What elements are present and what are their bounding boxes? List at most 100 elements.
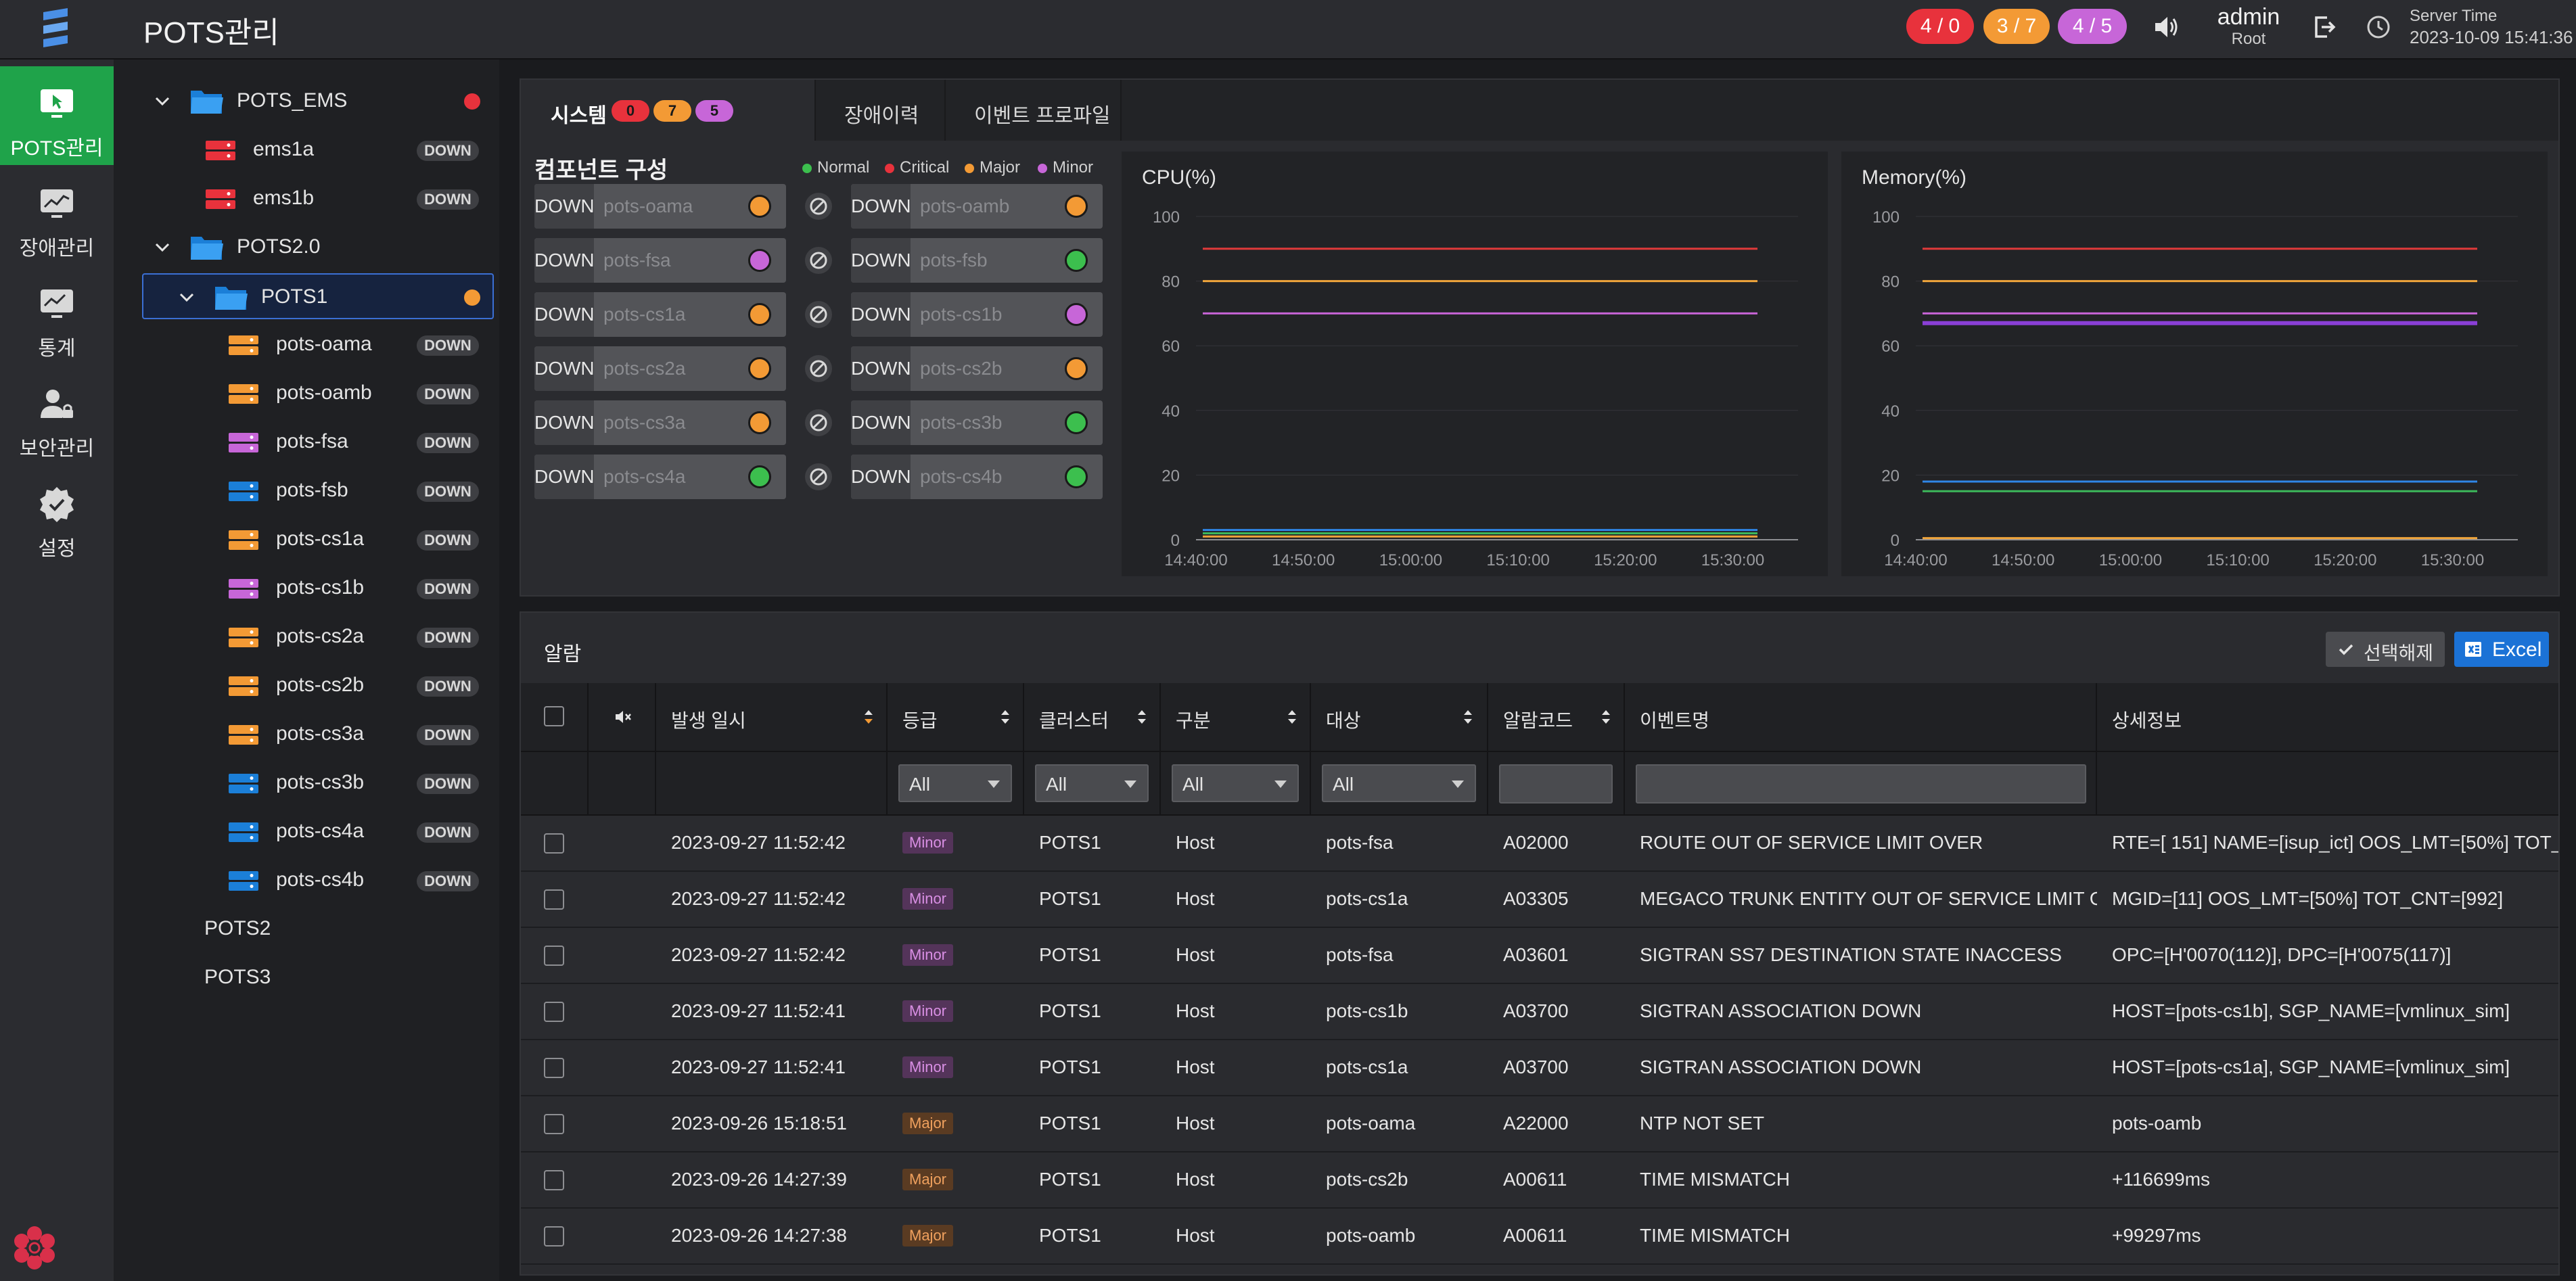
tree-node-ems1a[interactable]: ems1a DOWN (114, 129, 499, 172)
link-blocked-icon[interactable] (804, 462, 833, 492)
tab-event-profile[interactable]: 이벤트 프로파일 (946, 80, 1122, 141)
link-blocked-icon[interactable] (804, 246, 833, 275)
tree-node-pots-cs2b[interactable]: pots-cs2b DOWN (114, 664, 499, 707)
tree-node-pots-cs1b[interactable]: pots-cs1b DOWN (114, 567, 499, 610)
cell-text: pots-oamb (1326, 1225, 1416, 1246)
header-grade[interactable]: 등급 (888, 683, 1024, 751)
component-pots-cs3a[interactable]: DOWN pots-cs3a (534, 400, 786, 445)
row-checkbox[interactable] (544, 1058, 564, 1078)
component-pots-cs1a[interactable]: DOWN pots-cs1a (534, 292, 786, 337)
cell-text: POTS1 (1039, 1169, 1101, 1190)
logout-icon[interactable] (2307, 9, 2342, 45)
tree-node-pots3[interactable]: POTS3 (114, 956, 499, 1000)
grade-filter-select[interactable]: All (898, 764, 1012, 802)
component-pots-oama[interactable]: DOWN pots-oama (534, 184, 786, 229)
down-badge: DOWN (417, 676, 479, 697)
component-pots-cs1b[interactable]: DOWN pots-cs1b (851, 292, 1103, 337)
mute-icon[interactable] (612, 706, 633, 728)
header-alarm-code[interactable]: 알람코드 (1488, 683, 1625, 751)
table-row[interactable]: 2023-09-27 11:52:42 Minor POTS1 Host pots-fs… (521, 816, 2558, 872)
sort-icon[interactable] (1136, 707, 1147, 726)
link-blocked-icon[interactable] (804, 300, 833, 329)
component-pots-cs3b[interactable]: DOWN pots-cs3b (851, 400, 1103, 445)
table-row[interactable]: 2023-09-26 14:27:39 Major POTS1 Host pots-cs… (521, 1152, 2558, 1209)
alarm-code-filter-input[interactable] (1499, 764, 1613, 803)
tab-fault-history[interactable]: 장애이력 (816, 80, 946, 141)
speaker-icon[interactable] (2148, 9, 2184, 45)
type-filter-select[interactable]: All (1172, 764, 1299, 802)
component-pots-fsa[interactable]: DOWN pots-fsa (534, 238, 786, 283)
tree-node-pots-oama[interactable]: pots-oama DOWN (114, 323, 499, 367)
tree-node-pots-ems[interactable]: POTS_EMS (114, 80, 499, 123)
component-pots-cs4b[interactable]: DOWN pots-cs4b (851, 455, 1103, 499)
cluster-filter-select[interactable]: All (1035, 764, 1149, 802)
excel-export-button[interactable]: Excel (2454, 632, 2549, 667)
component-pots-cs2a[interactable]: DOWN pots-cs2a (534, 346, 786, 391)
sort-icon[interactable] (1000, 707, 1011, 726)
row-checkbox[interactable] (544, 833, 564, 854)
row-checkbox[interactable] (544, 946, 564, 966)
major-count-badge[interactable]: 3 / 7 (1983, 9, 2050, 44)
sort-icon[interactable] (1287, 707, 1297, 726)
component-state: DOWN (534, 238, 595, 283)
app-logo-icon[interactable] (34, 5, 80, 51)
tree-node-pots-cs4b[interactable]: pots-cs4b DOWN (114, 859, 499, 902)
header-target[interactable]: 대상 (1311, 683, 1488, 751)
table-row[interactable]: 2023-09-27 11:52:42 Minor POTS1 Host pots-fs… (521, 928, 2558, 984)
tree-node-pots-oamb[interactable]: pots-oamb DOWN (114, 372, 499, 415)
table-row[interactable]: 2023-09-26 14:27:38 Major POTS1 Host pots-oa… (521, 1209, 2558, 1265)
tree-node-pots-fsa[interactable]: pots-fsa DOWN (114, 421, 499, 464)
chevron-down-icon[interactable] (153, 92, 172, 111)
component-pots-cs4a[interactable]: DOWN pots-cs4a (534, 455, 786, 499)
minor-count-badge[interactable]: 4 / 5 (2058, 9, 2127, 44)
header-time[interactable]: 발생 일시 (656, 683, 888, 751)
critical-count-badge[interactable]: 4 / 0 (1906, 9, 1974, 44)
link-blocked-icon[interactable] (804, 191, 833, 221)
row-checkbox[interactable] (544, 889, 564, 910)
tree-node-pots2[interactable]: POTS2 (114, 908, 499, 951)
sort-icon[interactable] (863, 707, 874, 726)
tab-label: 시스템 (551, 105, 607, 127)
component-pots-fsb[interactable]: DOWN pots-fsb (851, 238, 1103, 283)
target-filter-select[interactable]: All (1322, 764, 1476, 802)
row-checkbox[interactable] (544, 1170, 564, 1190)
header-cluster[interactable]: 클러스터 (1024, 683, 1161, 751)
tree-node-pots-cs4a[interactable]: pots-cs4a DOWN (114, 810, 499, 854)
header-type[interactable]: 구분 (1161, 683, 1311, 751)
link-blocked-icon[interactable] (804, 354, 833, 383)
tree-node-pots-fsb[interactable]: pots-fsb DOWN (114, 469, 499, 513)
tree-node-pots-cs2a[interactable]: pots-cs2a DOWN (114, 615, 499, 659)
tree-node-pots-cs3b[interactable]: pots-cs3b DOWN (114, 762, 499, 805)
component-pots-oamb[interactable]: DOWN pots-oamb (851, 184, 1103, 229)
tree-node-ems1b[interactable]: ems1b DOWN (114, 177, 499, 220)
chevron-down-icon[interactable] (153, 238, 172, 257)
sort-icon[interactable] (1463, 707, 1473, 726)
table-row[interactable]: 2023-09-26 15:18:51 Major POTS1 Host pots-oa… (521, 1096, 2558, 1152)
deselect-button[interactable]: 선택해제 (2326, 632, 2445, 667)
select-all-checkbox[interactable] (544, 706, 564, 726)
nav-item-fault-management[interactable]: 장애관리 (0, 166, 114, 265)
chevron-down-icon[interactable] (177, 288, 196, 307)
row-checkbox[interactable] (544, 1002, 564, 1022)
table-row[interactable]: 2023-09-27 11:52:41 Minor POTS1 Host pots-cs… (521, 984, 2558, 1040)
event-name-filter-input[interactable] (1636, 764, 2086, 803)
sort-icon[interactable] (1601, 707, 1611, 726)
user-name[interactable]: admin (2208, 4, 2289, 30)
tree-node-pots-cs1a[interactable]: pots-cs1a DOWN (114, 518, 499, 561)
table-row[interactable]: 2023-09-27 11:52:42 Minor POTS1 Host pots-cs… (521, 872, 2558, 928)
nav-item-security-management[interactable]: 보안관리 (0, 367, 114, 465)
y-tick-label: 100 (1872, 208, 1900, 227)
row-select-cell (521, 1040, 589, 1096)
table-row[interactable]: 2023-09-27 11:52:41 Minor POTS1 Host pots-cs… (521, 1040, 2558, 1096)
nav-item-settings[interactable]: 설정 (0, 467, 114, 565)
link-blocked-icon[interactable] (804, 408, 833, 438)
component-pots-cs2b[interactable]: DOWN pots-cs2b (851, 346, 1103, 391)
row-checkbox[interactable] (544, 1114, 564, 1134)
nav-item-statistics[interactable]: 통계 (0, 266, 114, 365)
row-checkbox[interactable] (544, 1226, 564, 1247)
tab-system[interactable]: 시스템 0 7 5 (521, 80, 816, 141)
tree-node-pots-cs3a[interactable]: pots-cs3a DOWN (114, 713, 499, 756)
nav-item-pots-management[interactable]: POTS관리 (0, 66, 114, 165)
tree-node-pots1[interactable]: POTS1 (142, 273, 494, 319)
tree-node-pots2-0[interactable]: POTS2.0 (114, 226, 499, 269)
